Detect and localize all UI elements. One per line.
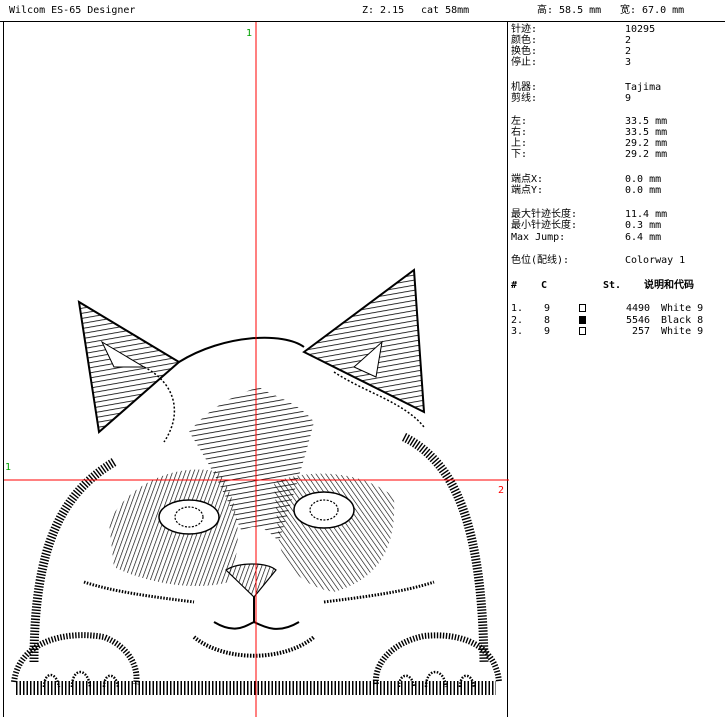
info-down: 下: 29.2 mm — [511, 149, 668, 160]
info-colorway: 色位(配线): Colorway 1 — [511, 255, 686, 266]
app-title: Wilcom ES-65 Designer — [9, 5, 136, 16]
info-trims: 剪线: 9 — [511, 93, 632, 104]
nose — [225, 563, 277, 598]
design-info-panel: 针迹: 10295 颜色: 2 换色: 2 停止: 3 机器: Tajima 剪线: 9 左… — [511, 22, 725, 717]
design-name: cat 58mm — [421, 5, 470, 16]
left-paw — [11, 632, 140, 685]
title-bar: Wilcom ES-65 Designer Z: 2.15 cat 58mm 高… — [0, 0, 725, 22]
chin — [192, 635, 316, 658]
left-body-outline — [29, 458, 117, 663]
info-stops: 停止: 3 — [511, 57, 632, 68]
right-eye-patch — [274, 473, 395, 592]
left-marker: 1 — [5, 462, 12, 473]
color-row[interactable]: 3. 9 257 White 9 — [511, 326, 725, 338]
color-swatch — [579, 327, 586, 335]
color-row[interactable]: 1. 9 4490 White 9 — [511, 303, 725, 315]
col-stitches: St. — [603, 280, 622, 291]
embroidery-design — [4, 22, 509, 717]
design-height: 高: 58.5 mm — [537, 5, 602, 16]
right-marker: 2 — [498, 485, 505, 496]
right-ear — [302, 268, 426, 414]
color-swatch — [579, 304, 586, 312]
left-eye — [158, 499, 220, 535]
col-color: C — [541, 280, 548, 291]
color-table-header: # C St. 说明和代码 — [511, 280, 725, 292]
info-min-stitch: 最小针迹长度: 0.3 mm — [511, 220, 662, 231]
head-top-outline — [178, 336, 305, 363]
col-number: # — [511, 280, 518, 291]
top-marker: 1 — [246, 28, 253, 39]
zoom-level: Z: 2.15 — [362, 5, 405, 16]
color-swatch — [579, 316, 586, 324]
right-eye — [293, 491, 355, 529]
col-description: 说明和代码 — [644, 280, 694, 291]
design-width: 宽: 67.0 mm — [620, 5, 685, 16]
right-body-outline — [401, 432, 489, 663]
info-end-y: 端点Y: 0.0 mm — [511, 185, 662, 196]
design-canvas[interactable]: 1 1 2 — [3, 22, 509, 717]
info-max-jump: Max Jump: 6.4 mm — [511, 232, 662, 243]
